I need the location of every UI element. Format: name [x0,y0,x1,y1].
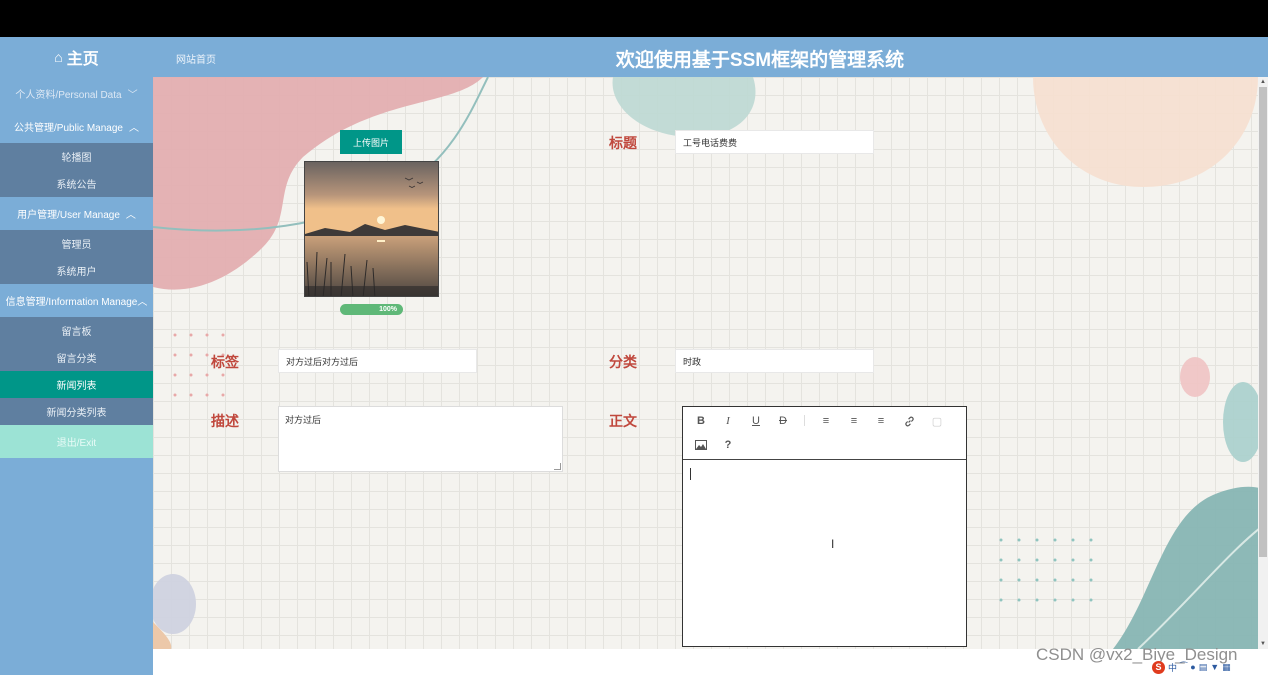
uploaded-image-preview [304,161,439,297]
strikethrough-icon[interactable]: D [774,412,792,430]
align-center-icon[interactable]: ≡ [845,412,863,430]
sidebar-item-message-categories[interactable]: 留言分类 [0,344,153,371]
sidebar-item-announcements[interactable]: 系统公告 [0,170,153,197]
upload-progress-bar: 100% [340,304,403,315]
home-icon: ⌂ [54,49,63,65]
sidebar-group-public-manage[interactable]: 公共管理/Public Manage ︿ [0,110,153,143]
sidebar-group-personal-data[interactable]: 个人资料/Personal Data ﹀ [0,77,153,110]
sidebar-item-admins[interactable]: 管理员 [0,230,153,257]
ime-logo-icon[interactable]: S [1152,660,1165,674]
unlink-icon[interactable]: ▢ [928,412,946,430]
sidebar-submenu-information: 留言板 留言分类 新闻列表 新闻分类列表 [0,317,153,425]
page-title: 欢迎使用基于SSM框架的管理系统 [615,50,905,71]
home-label: 主页 [66,51,99,68]
underline-icon[interactable]: U [747,412,765,430]
toolbar-divider [804,415,805,426]
sidebar-group-label: 用户管理/User Manage [17,210,120,221]
main-content: 上传图片 100% 标题 工号电话费费 标签 对方过后对方过后 分类 时政 描述… [153,77,1268,649]
chevron-down-icon: ﹀ [127,90,138,101]
exit-button[interactable]: 退出/Exit [0,425,153,458]
ime-toolbar: S 中 ⁀ ● ▤ ▼ ▦ [1152,659,1268,675]
text-cursor-icon: I [831,537,835,551]
link-icon[interactable] [900,412,918,430]
scroll-down-icon[interactable]: ▼ [1258,639,1268,649]
bold-icon[interactable]: B [692,412,710,430]
scroll-up-icon[interactable]: ▲ [1258,77,1268,87]
chevron-up-icon: ︿ [128,123,139,134]
content-label: 正文 [609,413,637,429]
sidebar-group-label: 个人资料/Personal Data [15,90,122,101]
align-left-icon[interactable]: ≡ [817,412,835,430]
sidebar-submenu-users: 管理员 系统用户 [0,230,153,284]
align-right-icon[interactable]: ≡ [872,412,890,430]
scroll-thumb[interactable] [1259,87,1267,557]
sidebar-item-news-list[interactable]: 新闻列表 [0,371,153,398]
site-home-link[interactable]: 网站首页 [176,51,216,66]
browser-top-bar [0,0,1268,37]
category-label: 分类 [609,354,637,370]
tag-input[interactable]: 对方过后对方过后 [278,349,477,373]
home-link[interactable]: ⌂ 主页 [0,37,153,77]
sidebar-item-carousel[interactable]: 轮播图 [0,143,153,170]
help-icon[interactable]: ? [719,436,737,454]
sidebar-group-label: 信息管理/Information Manage [5,297,138,308]
italic-icon[interactable]: I [719,412,737,430]
sidebar: 个人资料/Personal Data ﹀ 公共管理/Public Manage … [0,77,153,675]
description-label: 描述 [211,413,239,429]
resize-handle-icon[interactable] [554,463,561,470]
upload-image-button[interactable]: 上传图片 [340,130,402,154]
keyboard-icon[interactable]: ▤ [1199,662,1208,673]
chevron-up-icon: ︿ [125,210,136,221]
title-label: 标题 [609,135,637,151]
rich-text-editor: B I U D ≡ ≡ ≡ ▢ ? I [682,406,967,647]
punctuation-icon[interactable]: ⁀ [1180,662,1187,673]
chevron-up-icon: ︿ [137,297,148,308]
title-input[interactable]: 工号电话费费 [675,130,874,154]
ime-mode[interactable]: 中 [1168,661,1177,674]
editor-content-area[interactable]: I [683,460,966,646]
category-input[interactable]: 时政 [675,349,874,373]
sidebar-group-information-manage[interactable]: 信息管理/Information Manage ︿ [0,284,153,317]
microphone-icon[interactable]: ● [1190,662,1195,672]
vertical-scrollbar[interactable]: ▲ ▼ [1258,77,1268,649]
header: ⌂ 主页 网站首页 欢迎使用基于SSM框架的管理系统 [0,37,1268,77]
sidebar-submenu-public: 轮播图 系统公告 [0,143,153,197]
sidebar-group-user-manage[interactable]: 用户管理/User Manage ︿ [0,197,153,230]
sidebar-item-news-categories[interactable]: 新闻分类列表 [0,398,153,425]
grid-icon[interactable]: ▦ [1222,662,1231,673]
sidebar-group-label: 公共管理/Public Manage [14,123,123,134]
editor-toolbar: B I U D ≡ ≡ ≡ ▢ ? [683,407,966,460]
description-text: 对方过后 [285,415,322,425]
tag-label: 标签 [211,354,239,370]
sidebar-item-message-board[interactable]: 留言板 [0,317,153,344]
sidebar-item-system-users[interactable]: 系统用户 [0,257,153,284]
image-icon[interactable] [692,436,710,454]
skin-icon[interactable]: ▼ [1210,662,1219,672]
text-caret [690,468,691,480]
description-textarea[interactable]: 对方过后 [278,406,563,472]
